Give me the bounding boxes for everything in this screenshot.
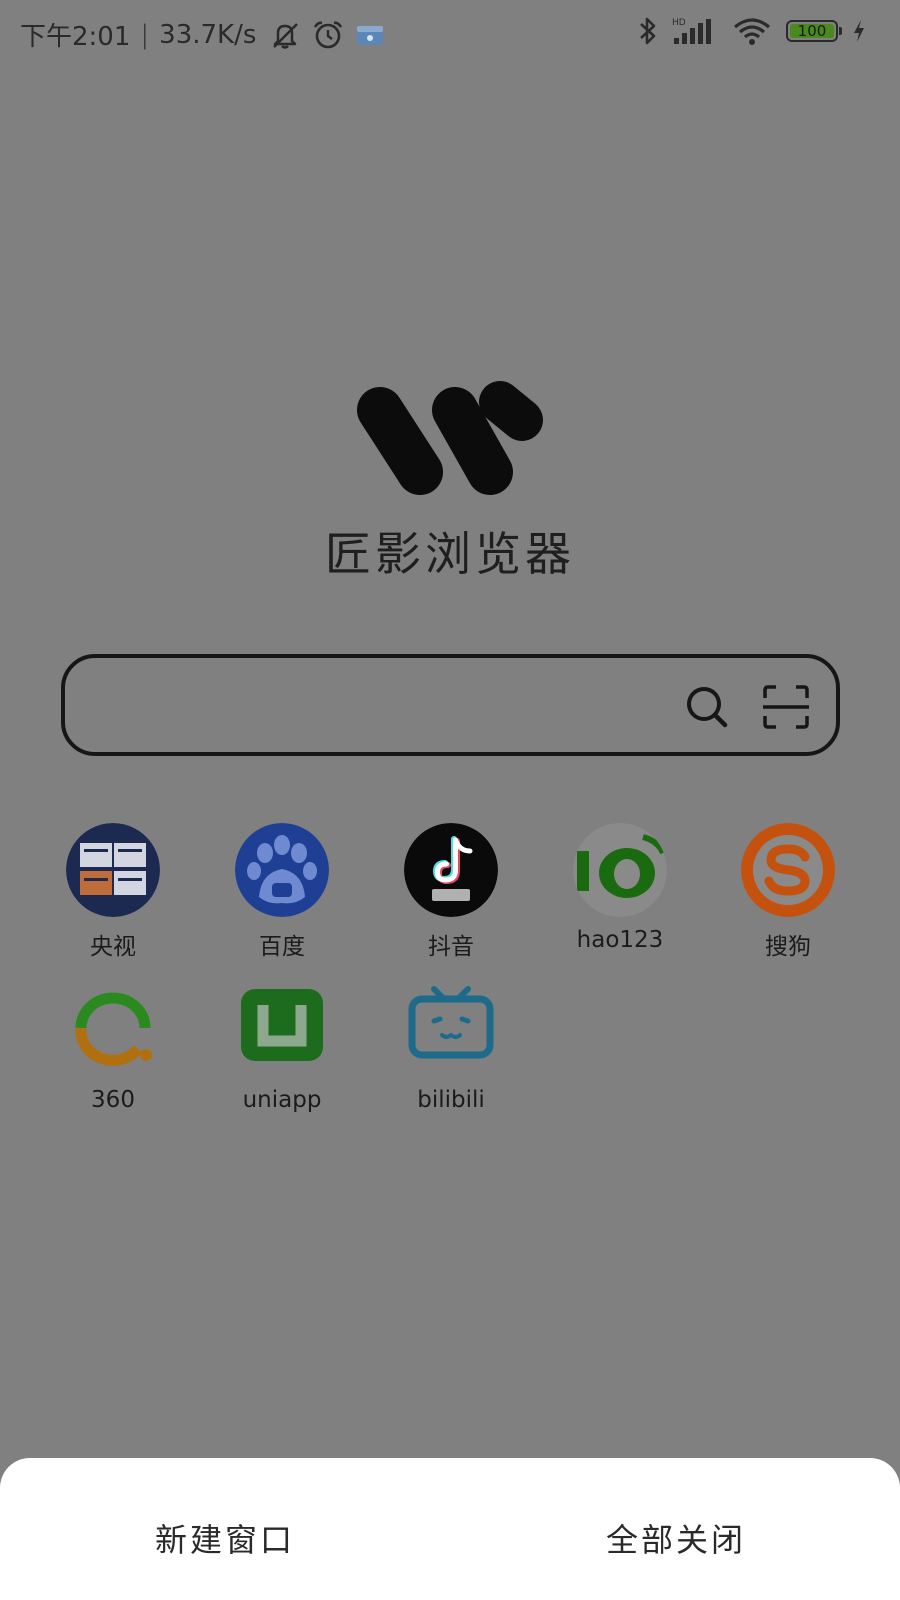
bottom-sheet: 新建窗口 全部关闭 (0, 1458, 900, 1600)
status-icons-left (270, 20, 384, 50)
baidu-icon (235, 823, 329, 917)
hd-signal-icon: HD (672, 18, 711, 44)
shortcut-douyin[interactable]: 抖音 (376, 823, 526, 963)
status-left: 下午2:01 | 33.7K/s (20, 16, 384, 53)
bluetooth-icon (640, 17, 656, 45)
search-icon (687, 687, 728, 728)
mute-bell-icon (273, 22, 299, 49)
shortcut-360[interactable]: 360 (38, 983, 188, 1123)
shortcut-label: 抖音 (428, 934, 474, 960)
battery-level: 100 (797, 22, 827, 40)
status-bar: 下午2:01 | 33.7K/s HD 100 (0, 0, 900, 70)
douyin-icon (404, 823, 498, 917)
wifi-icon (733, 18, 771, 45)
shortcut-baidu[interactable]: 百度 (207, 823, 357, 963)
app-logo-icon (357, 381, 543, 495)
search-input[interactable] (95, 678, 659, 736)
alarm-icon (314, 21, 343, 48)
cctv-news-icon (66, 823, 160, 917)
shortcut-label: 百度 (259, 934, 305, 960)
charging-icon (854, 20, 864, 42)
shortcut-cctv[interactable]: 央视 (38, 823, 188, 963)
shortcut-sogou[interactable]: 搜狗 (713, 823, 863, 963)
shortcut-hao123[interactable]: hao123 (545, 823, 695, 963)
search-bar[interactable] (61, 654, 840, 756)
shortcut-label: uniapp (242, 1087, 322, 1113)
shortcut-uniapp[interactable]: uniapp (207, 983, 357, 1123)
wallet-icon (357, 25, 384, 45)
shortcut-label: hao123 (576, 927, 664, 953)
app-title: 匠影浏览器 (325, 527, 575, 581)
status-right: HD 100 (638, 16, 866, 46)
uniapp-icon (241, 989, 323, 1061)
new-window-button[interactable]: 新建窗口 (75, 1508, 375, 1568)
shortcut-bilibili[interactable]: bilibili (376, 983, 526, 1123)
close-all-button[interactable]: 全部关闭 (526, 1508, 826, 1568)
shortcut-label: 360 (91, 1087, 135, 1113)
shortcut-label: 搜狗 (765, 934, 811, 960)
bilibili-icon (408, 986, 494, 1059)
shortcut-label: 央视 (90, 934, 136, 960)
hao123-icon (573, 823, 667, 917)
sogou-icon (741, 823, 835, 917)
status-separator: | (140, 19, 150, 50)
battery-icon: 100 (786, 20, 842, 42)
status-time: 下午2:01 (20, 22, 131, 52)
network-speed: 33.7K/s (159, 19, 257, 50)
search-button[interactable] (683, 684, 733, 730)
scan-icon (763, 685, 809, 729)
360-icon (75, 992, 152, 1066)
shortcut-label: bilibili (417, 1087, 485, 1113)
svg-text:HD: HD (672, 18, 686, 28)
scan-button[interactable] (761, 684, 811, 730)
